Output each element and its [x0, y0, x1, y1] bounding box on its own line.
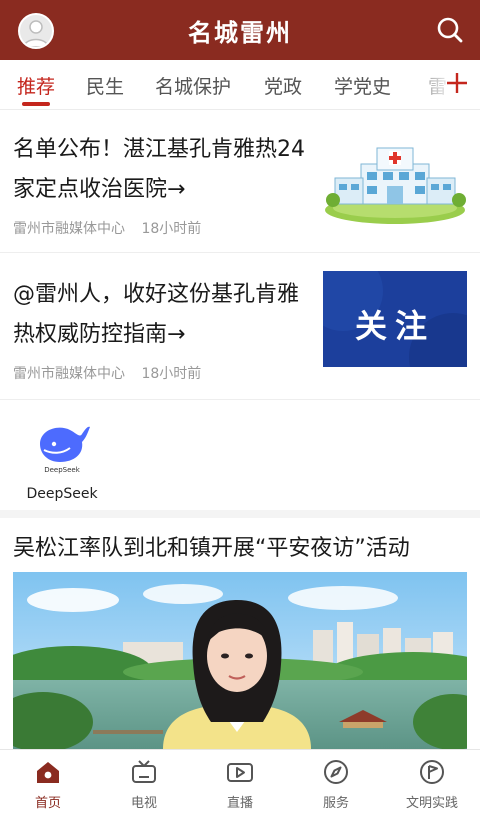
video-title[interactable]: 吴松江率队到北和镇开展“平安夜访”活动: [13, 530, 410, 562]
nav-label: 直播: [226, 796, 253, 811]
bottom-navigation: 首页 电视 直播 服务 文明实践: [0, 749, 480, 819]
tab-livelihood[interactable]: 民生: [86, 72, 124, 99]
nav-label: 文明实践: [405, 796, 458, 811]
tab-recommend[interactable]: 推荐: [17, 72, 55, 99]
tab-party-history[interactable]: 学党史: [334, 72, 391, 99]
news-source: 雷州市融媒体中心: [13, 366, 125, 382]
tab-heritage[interactable]: 名城保护: [155, 72, 231, 99]
channel-tabs: 推荐 民生 名城保护 党政 学党史 雷: [0, 60, 480, 110]
nav-tv[interactable]: 电视: [96, 758, 192, 816]
news-time: 18小时前: [141, 221, 202, 237]
tab-government[interactable]: 党政: [264, 72, 302, 99]
news-title: @雷州人，收好这份基孔肯雅热权威防控指南→: [13, 282, 300, 347]
home-icon: [37, 762, 59, 783]
flag-icon: [420, 760, 444, 784]
deepseek-app[interactable]: DeepSeek: [30, 414, 94, 478]
thumbnail-caption: 关注: [354, 307, 435, 345]
news-item[interactable]: @雷州人，收好这份基孔肯雅热权威防控指南→ 雷州市融媒体中心 18小时前 关注: [0, 253, 480, 400]
app-title: 名城雷州: [188, 18, 292, 47]
video-scene-image: [13, 572, 467, 749]
news-meta: 雷州市融媒体中心 18小时前: [13, 363, 201, 383]
mini-app-label: DeepSeek: [26, 486, 98, 502]
news-thumbnail: [323, 134, 467, 230]
news-source: 雷州市融媒体中心: [13, 221, 125, 237]
mini-app-strip: DeepSeek DeepSeek: [0, 400, 480, 518]
nav-label: 电视: [130, 796, 157, 811]
add-channel-icon[interactable]: [444, 70, 470, 96]
nav-live[interactable]: 直播: [192, 758, 288, 816]
news-item[interactable]: 名单公布！湛江基孔肯雅热24家定点收治医院→ 雷州市融媒体中心 18小时前: [0, 110, 480, 253]
compass-icon: [324, 760, 348, 784]
news-feed: 名单公布！湛江基孔肯雅热24家定点收治医院→ 雷州市融媒体中心 18小时前 @雷…: [0, 110, 480, 749]
user-icon: [23, 20, 49, 47]
live-icon: [227, 763, 253, 782]
hospital-illustration: [323, 134, 467, 230]
news-meta: 雷州市融媒体中心 18小时前: [13, 218, 201, 238]
tv-icon: [132, 760, 156, 783]
nav-civilization[interactable]: 文明实践: [384, 758, 480, 816]
mini-app-icon-text: DeepSeek: [44, 466, 80, 474]
active-tab-indicator: [22, 102, 50, 106]
video-thumbnail[interactable]: [13, 572, 467, 749]
news-title: 名单公布！湛江基孔肯雅热24家定点收治医院→: [13, 137, 305, 202]
news-time: 18小时前: [141, 366, 202, 382]
news-thumbnail: 关注: [323, 271, 467, 367]
top-bar: 名城雷州: [0, 0, 480, 60]
search-icon[interactable]: [436, 16, 464, 44]
nav-home[interactable]: 首页: [0, 758, 96, 816]
nav-label: 服务: [322, 796, 349, 811]
nav-service[interactable]: 服务: [288, 758, 384, 816]
nav-label: 首页: [34, 796, 61, 811]
user-avatar[interactable]: [18, 13, 54, 49]
